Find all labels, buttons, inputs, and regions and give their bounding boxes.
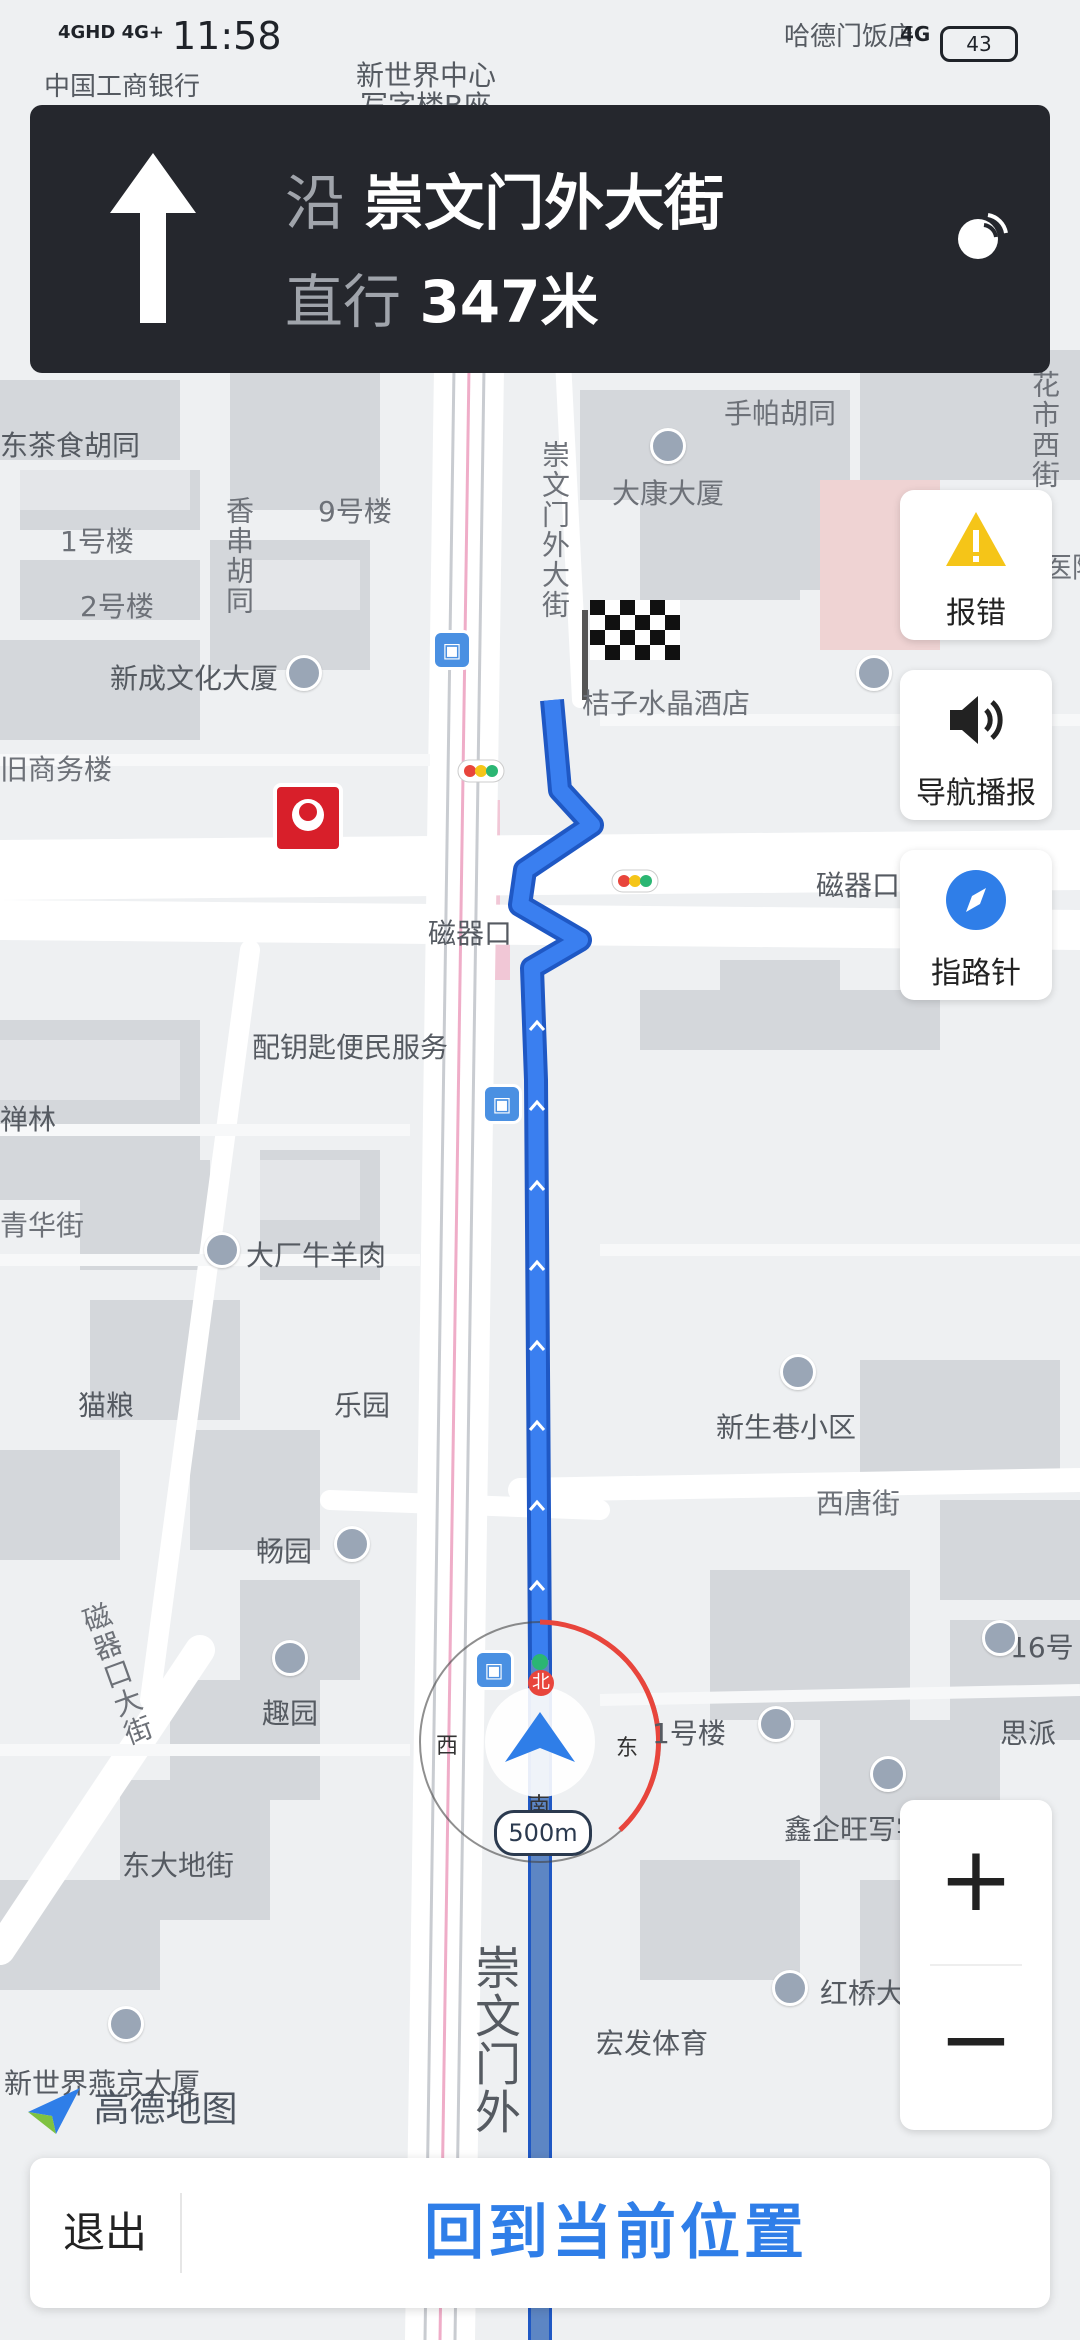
zoom-in-button[interactable]: + <box>900 1800 1052 1965</box>
compass-label: 指路针 <box>931 956 1021 991</box>
poi-icon[interactable] <box>780 1354 816 1390</box>
compass-east: 东 <box>616 1736 639 1761</box>
map-label: 旧商务楼 <box>0 753 113 786</box>
poi-icon[interactable] <box>870 1756 906 1792</box>
speaker-icon <box>950 696 1003 744</box>
nav-distance: 347米 <box>419 268 599 336</box>
map-label: 磁器口 <box>816 869 901 902</box>
map-label: 畅园 <box>256 1535 313 1568</box>
road-label: 崇文门外 <box>468 1944 522 2136</box>
battery-icon: 43 <box>940 26 1018 62</box>
nav-road-line: 沿 崇文门外大街 <box>285 155 724 242</box>
map-label: 2号楼 <box>80 590 154 623</box>
bottom-bar: 退出 回到当前位置 <box>30 2158 1050 2308</box>
zoom-control: + − <box>900 1800 1052 2130</box>
voice-broadcast-button[interactable]: 导航播报 <box>900 670 1052 820</box>
zoom-out-button[interactable]: − <box>900 1965 1052 2130</box>
map-label: 猫粮 <box>78 1389 135 1422</box>
poi-icon[interactable] <box>856 655 892 691</box>
navigation-panel[interactable]: 沿 崇文门外大街 直行 347米 <box>30 105 1050 373</box>
map-label: 趣园 <box>262 1697 319 1730</box>
straight-arrow-icon <box>110 153 196 323</box>
warning-icon <box>946 512 1006 566</box>
map-label: 新生巷小区 <box>716 1411 857 1444</box>
map-label: 香串胡同 <box>222 496 255 616</box>
map-label: 大厂牛羊肉 <box>246 1239 387 1272</box>
compass-icon <box>946 870 1006 930</box>
nav-along-prefix: 沿 <box>285 169 345 239</box>
brand-logo: 高德地图 <box>26 2080 237 2136</box>
map-label: 禅林 <box>0 1103 57 1136</box>
poi-icon[interactable] <box>286 655 322 691</box>
overlay-label: 哈德门饭店 <box>784 22 915 52</box>
map-label: 青华街 <box>0 1209 85 1242</box>
poi-icon[interactable] <box>204 1232 240 1268</box>
map-label: 西唐街 <box>816 1487 901 1520</box>
map-label: 花市西街 <box>1028 370 1061 490</box>
compass-west: 西 <box>436 1734 459 1759</box>
map-label: 思派 <box>1000 1717 1057 1750</box>
map-label: 宏发体育 <box>596 2027 709 2060</box>
bus-stop-icon[interactable]: ▣ <box>432 630 472 670</box>
map-label: 配钥匙便民服务 <box>252 1031 449 1064</box>
status-bar: 4GHD 4G+ 11:58 中国工商银行 哈德门饭店 4G 43 <box>0 0 1080 102</box>
overlay-label: 中国工商银行 <box>44 72 201 102</box>
report-error-button[interactable]: 报错 <box>900 490 1052 640</box>
network-icon: 4G <box>900 22 931 46</box>
map-label: 磁器口 <box>428 917 513 950</box>
compass-north: 北 <box>528 1670 554 1696</box>
nav-road-name: 崇文门外大街 <box>364 169 725 239</box>
poi-icon[interactable] <box>982 1620 1018 1656</box>
poi-icon[interactable] <box>772 1970 808 2006</box>
map-label: 崇文门外大街 <box>538 440 571 620</box>
map-label: 新成文化大厦 <box>110 662 279 695</box>
map-label: 东大地街 <box>122 1849 235 1882</box>
poi-icon[interactable] <box>650 428 686 464</box>
amap-logo-icon <box>28 2088 80 2134</box>
map-label: 1号楼 <box>652 1717 726 1750</box>
bus-stop-icon[interactable]: ▣ <box>474 1650 514 1690</box>
report-error-label: 报错 <box>946 596 1006 631</box>
map-label: 大康大厦 <box>612 477 725 510</box>
map-label: 桔子水晶酒店 <box>582 687 751 720</box>
bus-stop-icon[interactable]: ▣ <box>482 1084 522 1124</box>
scale-indicator: 500m <box>494 1810 592 1856</box>
map-label: 手帕胡同 <box>724 397 837 430</box>
brand-name: 高德地图 <box>93 2089 238 2130</box>
poi-icon[interactable] <box>334 1526 370 1562</box>
signal-icon: 4GHD 4G+ <box>58 22 164 43</box>
poi-icon[interactable] <box>758 1706 794 1742</box>
exit-button[interactable]: 退出 <box>30 2158 180 2308</box>
satellite-icon[interactable] <box>952 205 1012 265</box>
nav-action-prefix: 直行 <box>285 268 402 336</box>
voice-broadcast-label: 导航播报 <box>916 776 1036 811</box>
nav-distance-line: 直行 347米 <box>285 255 599 339</box>
map-label: 1号楼 <box>60 525 134 558</box>
map-label: 9号楼 <box>318 495 392 528</box>
compass-button[interactable]: 指路针 <box>900 850 1052 1000</box>
map-label: 16号 <box>1010 1631 1074 1664</box>
map-label: 乐园 <box>334 1389 391 1422</box>
return-to-location-button[interactable]: 回到当前位置 <box>182 2158 1050 2308</box>
poi-icon[interactable] <box>108 2006 144 2042</box>
map-label: 东茶食胡同 <box>0 429 141 462</box>
status-time: 11:58 <box>172 14 282 58</box>
poi-icon[interactable] <box>272 1640 308 1676</box>
